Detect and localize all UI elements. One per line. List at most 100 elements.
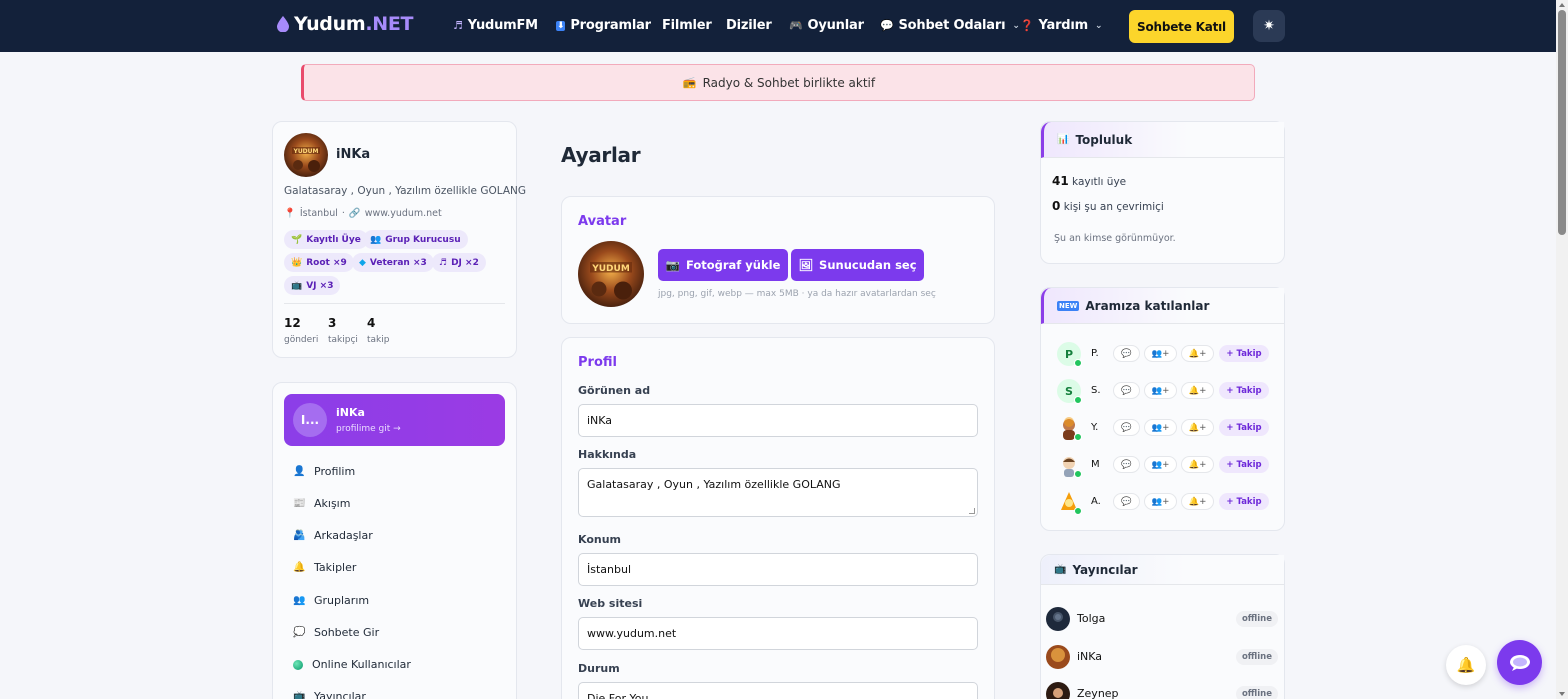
resize-handle-icon[interactable] <box>969 508 975 514</box>
profile-link-card[interactable]: I... iNKa profilime git → <box>284 394 505 446</box>
sidebar-item-gruplarim[interactable]: 👥 Gruplarım <box>293 594 369 607</box>
list-item: Y. 💬 👥+ 🔔+ + Takip <box>1057 416 1282 442</box>
page-scrollbar[interactable] <box>1556 0 1568 699</box>
message-button[interactable]: 💬 <box>1113 419 1140 436</box>
community-header: 📊 Topluluk <box>1041 122 1284 158</box>
avatar-image: YUDUM <box>578 241 644 307</box>
message-button[interactable]: 💬 <box>1113 493 1140 510</box>
badge-registered: 🌱 Kayıtlı Üye <box>284 230 368 249</box>
message-button[interactable]: 💬 <box>1113 345 1140 362</box>
list-item[interactable]: Zeynep offline <box>1046 682 1278 699</box>
display-name-field[interactable]: iNKa <box>578 404 978 437</box>
follow-button[interactable]: + Takip <box>1219 382 1269 399</box>
avatar[interactable]: YUDUM <box>284 133 328 177</box>
add-friend-button[interactable]: 👥+ <box>1144 419 1177 436</box>
nav-oyunlar[interactable]: 🎮 Oyunlar <box>789 18 864 33</box>
logo-ext-text: .NET <box>365 13 414 35</box>
follow-button[interactable]: + Takip <box>1219 456 1269 473</box>
add-friend-button[interactable]: 👥+ <box>1144 456 1177 473</box>
online-status-dot <box>1074 433 1082 441</box>
add-friend-button[interactable]: 👥+ <box>1144 345 1177 362</box>
notify-button[interactable]: 🔔+ <box>1181 419 1214 436</box>
upload-photo-button[interactable]: 📷 Fotoğraf yükle <box>658 249 788 281</box>
sidebar-item-sohbete-gir[interactable]: 💭 Sohbete Gir <box>293 626 379 639</box>
tv-icon: 📺 <box>293 691 306 699</box>
nav-sohbet-odalari[interactable]: 💬 Sohbet Odaları ⌄ <box>880 18 1020 33</box>
notify-button[interactable]: 🔔+ <box>1181 382 1214 399</box>
theme-toggle-button[interactable]: ✷ <box>1253 10 1285 42</box>
list-item[interactable]: Tolga offline <box>1046 607 1278 633</box>
about-textarea[interactable]: Galatasaray , Oyun , Yazılım özellikle G… <box>578 468 978 517</box>
site-logo[interactable]: Yudum .NET <box>277 13 413 35</box>
scroll-up-arrow-icon[interactable] <box>1559 3 1565 7</box>
message-button[interactable]: 💬 <box>1113 456 1140 473</box>
nav-yudumfm[interactable]: ♬ YudumFM <box>453 18 538 33</box>
website-label: Web sitesi <box>578 597 643 610</box>
chat-fab-button[interactable] <box>1497 640 1542 685</box>
profile-bio: Galatasaray , Oyun , Yazılım özellikle G… <box>284 185 526 197</box>
list-item: A. 💬 👥+ 🔔+ + Takip <box>1057 490 1282 516</box>
sidebar-item-online-kullanicilar[interactable]: Online Kullanıcılar <box>293 658 411 671</box>
registered-stat: 41 kayıtlı üye <box>1052 174 1127 188</box>
stat-followers-value[interactable]: 3 <box>328 316 336 330</box>
add-friend-button[interactable]: 👥+ <box>1144 382 1177 399</box>
sidebar-item-yayincilar[interactable]: 📺 Yayıncılar <box>293 690 366 699</box>
scrollbar-thumb[interactable] <box>1558 10 1566 235</box>
nav-filmler[interactable]: Filmler <box>662 18 712 33</box>
sidebar-item-profilim[interactable]: 👤 Profilim <box>293 465 355 478</box>
add-friend-button[interactable]: 👥+ <box>1144 493 1177 510</box>
menu-profile-link: profilime git → <box>336 424 401 434</box>
nav-programlar[interactable]: ⬇ Programlar <box>556 18 651 33</box>
user-name[interactable]: S. <box>1091 385 1101 396</box>
scroll-down-arrow-icon[interactable] <box>1559 692 1565 696</box>
follow-button[interactable]: + Takip <box>1219 345 1269 362</box>
location-field[interactable]: İstanbul <box>578 553 978 586</box>
status-badge: offline <box>1235 649 1278 665</box>
notifications-button[interactable]: 🔔 <box>1446 645 1486 685</box>
question-icon: ❓ <box>1020 19 1034 32</box>
logo-main-text: Yudum <box>294 13 366 35</box>
avatar <box>1046 682 1070 699</box>
user-name[interactable]: A. <box>1091 496 1101 507</box>
avatar <box>1046 645 1070 669</box>
nav-diziler[interactable]: Diziler <box>726 18 772 33</box>
status-field[interactable]: Die For You <box>578 682 978 699</box>
follow-button[interactable]: + Takip <box>1219 493 1269 510</box>
user-name[interactable]: M <box>1091 459 1100 470</box>
about-label: Hakkında <box>578 448 637 461</box>
sidebar-item-arkadaslar[interactable]: 🫂 Arkadaşlar <box>293 529 373 542</box>
badge-root: 👑 Root ×9 <box>284 253 354 272</box>
nav-yardim[interactable]: ❓ Yardım ⌄ <box>1020 18 1103 33</box>
location-pin-icon: 📍 <box>284 208 296 219</box>
user-name[interactable]: P. <box>1091 348 1099 359</box>
online-status-dot <box>1074 507 1082 515</box>
join-chat-button[interactable]: Sohbete Katıl <box>1129 10 1234 43</box>
newcomers-header: NEW Aramıza katılanlar <box>1041 288 1284 324</box>
sidebar-item-takipler[interactable]: 🔔 Takipler <box>293 561 356 574</box>
profile-website[interactable]: www.yudum.net <box>365 208 442 219</box>
choose-from-server-button[interactable]: 🖼 Sunucudan seç <box>791 249 924 281</box>
chevron-down-icon: ⌄ <box>1095 20 1103 31</box>
website-field[interactable]: www.yudum.net <box>578 617 978 650</box>
chat-bubble-icon <box>1509 654 1530 671</box>
stat-following-value[interactable]: 4 <box>367 316 375 330</box>
online-note: Şu an kimse görünmüyor. <box>1054 233 1176 244</box>
list-item: S S. 💬 👥+ 🔔+ + Takip <box>1057 379 1282 405</box>
message-button[interactable]: 💬 <box>1113 382 1140 399</box>
avatar-image <box>1046 645 1070 669</box>
avatar-hint: jpg, png, gif, webp — max 5MB · ya da ha… <box>658 289 936 299</box>
sidebar-item-akisim[interactable]: 📰 Akışım <box>293 497 350 510</box>
avatar: I... <box>293 403 327 437</box>
profile-location: İstanbul <box>299 208 338 219</box>
list-item[interactable]: iNKa offline <box>1046 645 1278 671</box>
follow-button[interactable]: + Takip <box>1219 419 1269 436</box>
user-name[interactable]: Y. <box>1091 422 1098 433</box>
notify-button[interactable]: 🔔+ <box>1181 493 1214 510</box>
profile-settings-card: Profil Görünen ad iNKa Hakkında Galatasa… <box>561 337 995 699</box>
online-status-dot <box>1074 359 1082 367</box>
avatar-image <box>1046 607 1070 631</box>
notify-button[interactable]: 🔔+ <box>1181 456 1214 473</box>
notify-button[interactable]: 🔔+ <box>1181 345 1214 362</box>
sun-icon: ✷ <box>1263 18 1275 34</box>
list-item: M 💬 👥+ 🔔+ + Takip <box>1057 453 1282 479</box>
